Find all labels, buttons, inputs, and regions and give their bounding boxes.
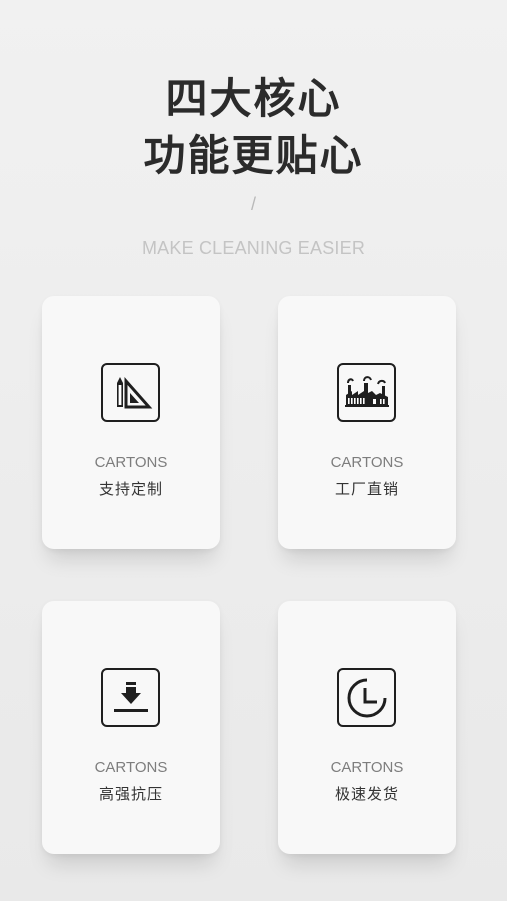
title-divider: / [250, 194, 256, 214]
feature-card-factory-direct: CARTONS 工厂直销 [278, 296, 456, 549]
feature-card-customization: CARTONS 支持定制 [42, 296, 220, 549]
page-title-line1: 四大核心 [165, 74, 342, 123]
tagline: MAKE CLEANING EASIER [141, 238, 366, 258]
ruler-pencil-icon [101, 363, 160, 422]
feature-label-en: CARTONS [330, 454, 404, 471]
factory-icon [337, 363, 396, 422]
feature-label-en: CARTONS [94, 759, 168, 776]
feature-card-compression: CARTONS 高强抗压 [42, 601, 220, 854]
clock-icon [337, 668, 396, 727]
feature-label-cn: 极速发货 [334, 785, 399, 803]
feature-label-en: CARTONS [94, 454, 168, 471]
feature-card-fast-shipping: CARTONS 极速发货 [278, 601, 456, 854]
page-title-line2: 功能更贴心 [143, 131, 364, 180]
press-down-icon [101, 668, 160, 727]
feature-label-cn: 支持定制 [98, 480, 163, 498]
feature-label-cn: 高强抗压 [98, 785, 163, 803]
feature-label-cn: 工厂直销 [334, 480, 399, 498]
feature-label-en: CARTONS [330, 759, 404, 776]
